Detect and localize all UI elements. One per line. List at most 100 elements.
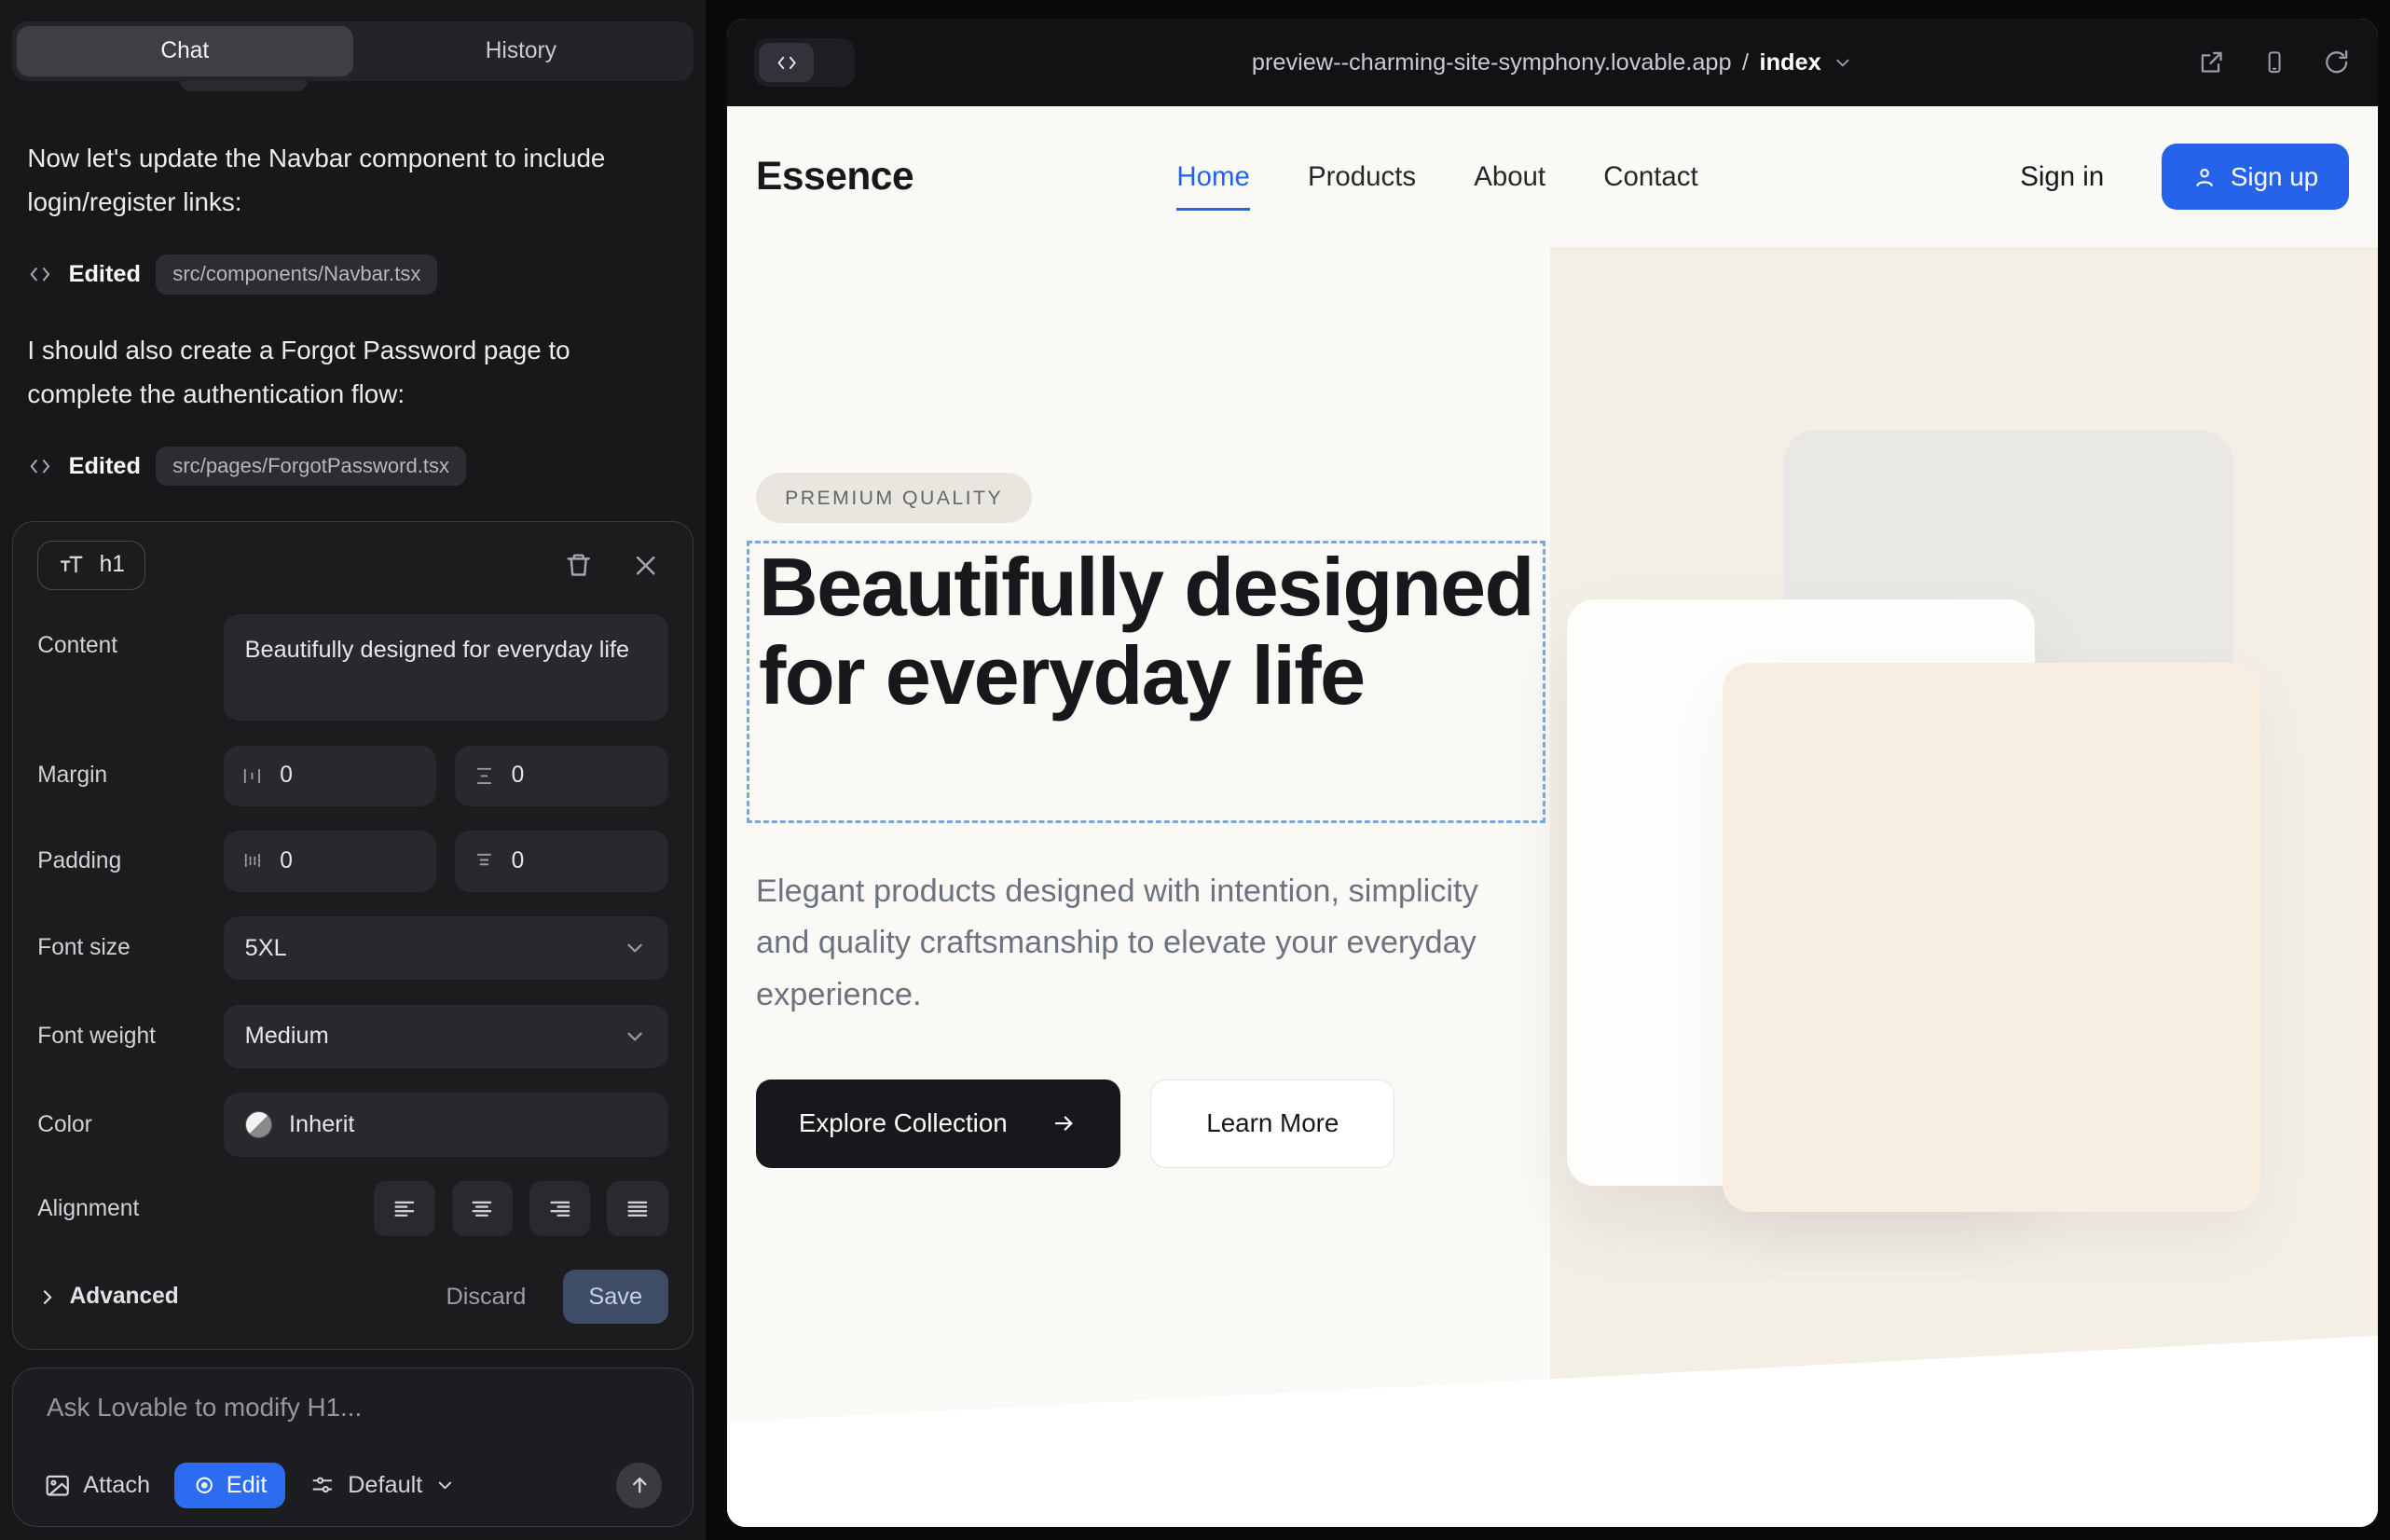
nav-auth: Sign in Sign up xyxy=(2020,144,2349,210)
url-bar[interactable]: preview--charming-site-symphony.lovable.… xyxy=(1252,49,1853,76)
align-justify-button[interactable] xyxy=(607,1181,667,1236)
preview-url: preview--charming-site-symphony.lovable.… xyxy=(1252,49,1732,76)
edit-mode-button[interactable]: Edit xyxy=(174,1463,285,1508)
close-icon[interactable] xyxy=(632,552,659,579)
nav-link-home[interactable]: Home xyxy=(1176,161,1249,193)
selected-element-tag: h1 xyxy=(100,552,125,578)
assistant-message: Now let's update the Navbar component to… xyxy=(27,136,678,225)
color-swatch xyxy=(245,1111,272,1138)
send-button[interactable] xyxy=(616,1463,662,1508)
selected-element-outline[interactable]: Beautifully designed for everyday life xyxy=(747,541,1545,823)
open-external-icon[interactable] xyxy=(2198,48,2225,76)
padding-horizontal-icon xyxy=(241,850,263,872)
browser-chrome-bar: preview--charming-site-symphony.lovable.… xyxy=(727,19,2378,107)
align-right-button[interactable] xyxy=(529,1181,590,1236)
premium-quality-badge: PREMIUM QUALITY xyxy=(756,473,1032,523)
nav-link-products[interactable]: Products xyxy=(1308,161,1416,193)
url-separator: / xyxy=(1742,49,1749,76)
margin-row: Margin 0 0 xyxy=(37,746,668,806)
padding-row: Padding 0 0 xyxy=(37,831,668,891)
mobile-view-icon[interactable] xyxy=(2262,48,2287,76)
padding-horizontal-input[interactable]: 0 xyxy=(224,831,437,891)
edited-file-row: Edited src/components/Navbar.tsx xyxy=(27,254,678,294)
inspector-footer: Advanced Discard Save xyxy=(37,1270,668,1324)
chevron-down-icon xyxy=(623,936,647,960)
color-label: Color xyxy=(37,1112,223,1138)
font-weight-row: Font weight Medium xyxy=(37,1005,668,1069)
typography-icon xyxy=(58,553,85,577)
refresh-icon[interactable] xyxy=(2323,48,2350,76)
hero-paragraph: Elegant products designed with intention… xyxy=(756,866,1488,1022)
align-center-button[interactable] xyxy=(452,1181,513,1236)
hero-cta-group: Explore Collection Learn More xyxy=(756,1079,1394,1168)
sign-up-button[interactable]: Sign up xyxy=(2162,144,2349,210)
sign-in-link[interactable]: Sign in xyxy=(2020,161,2104,193)
padding-vertical-input[interactable]: 0 xyxy=(455,831,668,891)
content-row: Content Beautifully designed for everyda… xyxy=(37,614,668,721)
alignment-label: Alignment xyxy=(37,1196,223,1222)
explore-collection-button[interactable]: Explore Collection xyxy=(756,1079,1120,1168)
chevron-right-icon xyxy=(37,1287,57,1307)
chevron-down-icon xyxy=(623,1024,647,1049)
alignment-row: Alignment xyxy=(37,1181,668,1236)
color-select[interactable]: Inherit xyxy=(224,1093,668,1157)
composer-toolbar: Attach Edit Default xyxy=(34,1463,671,1508)
preview-pane: preview--charming-site-symphony.lovable.… xyxy=(706,0,2390,1540)
chevron-down-icon xyxy=(1832,52,1853,74)
font-weight-select[interactable]: Medium xyxy=(224,1005,668,1069)
sliders-icon xyxy=(309,1472,336,1498)
inspector-actions xyxy=(565,552,668,579)
code-icon xyxy=(27,263,53,286)
assistant-message: I should also create a Forgot Password p… xyxy=(27,328,678,417)
inspector-header: h1 xyxy=(37,541,668,590)
nav-link-contact[interactable]: Contact xyxy=(1603,161,1697,193)
arrow-right-icon xyxy=(1051,1111,1078,1135)
margin-vertical-input[interactable]: 0 xyxy=(455,746,668,806)
target-icon xyxy=(193,1474,216,1497)
font-size-label: Font size xyxy=(37,935,223,961)
attach-button[interactable]: Attach xyxy=(44,1472,150,1499)
learn-more-button[interactable]: Learn More xyxy=(1150,1079,1394,1168)
code-view-toggle[interactable] xyxy=(754,38,855,87)
margin-label: Margin xyxy=(37,763,223,789)
decorative-card-beige xyxy=(1723,663,2260,1212)
edited-label: Edited xyxy=(69,453,141,480)
padding-vertical-icon xyxy=(474,850,495,872)
align-left-button[interactable] xyxy=(374,1181,434,1236)
preview-browser-window: preview--charming-site-symphony.lovable.… xyxy=(727,19,2378,1528)
prompt-input[interactable] xyxy=(34,1393,671,1423)
font-weight-label: Font weight xyxy=(37,1024,223,1050)
delete-element-icon[interactable] xyxy=(565,552,592,579)
chat-messages[interactable]: Now let's update the Navbar component to… xyxy=(12,81,694,521)
content-label: Content xyxy=(37,614,223,659)
code-icon xyxy=(27,455,53,478)
app: Chat History Now let's update the Navbar… xyxy=(0,0,2390,1540)
nav-link-about[interactable]: About xyxy=(1474,161,1545,193)
advanced-toggle[interactable]: Advanced xyxy=(37,1284,179,1310)
save-button[interactable]: Save xyxy=(563,1270,668,1324)
margin-vertical-icon xyxy=(474,765,495,787)
font-size-row: Font size 5XL xyxy=(37,916,668,981)
padding-label: Padding xyxy=(37,848,223,874)
tab-chat[interactable]: Chat xyxy=(17,26,353,76)
nav-links: Home Products About Contact xyxy=(1176,161,1697,193)
discard-button[interactable]: Discard xyxy=(446,1284,526,1311)
chat-sidebar: Chat History Now let's update the Navbar… xyxy=(0,0,706,1540)
code-icon xyxy=(759,43,814,83)
model-selector[interactable]: Default xyxy=(309,1472,456,1499)
selected-element-pill[interactable]: h1 xyxy=(37,541,145,590)
tab-history[interactable]: History xyxy=(353,26,690,76)
font-size-select[interactable]: 5XL xyxy=(224,916,668,981)
file-chip[interactable]: src/components/Navbar.tsx xyxy=(156,254,437,294)
site-preview: Essence Home Products About Contact Sign… xyxy=(727,106,2378,1527)
content-input[interactable]: Beautifully designed for everyday life xyxy=(224,614,668,721)
margin-horizontal-input[interactable]: 0 xyxy=(224,746,437,806)
element-inspector-panel: h1 Content Beautifully designed for ever… xyxy=(12,521,694,1349)
attach-image-icon xyxy=(44,1472,71,1499)
hero-heading[interactable]: Beautifully designed for everyday life xyxy=(759,543,1533,721)
margin-horizontal-icon xyxy=(241,765,263,787)
prompt-composer: Attach Edit Default xyxy=(12,1368,694,1527)
site-logo[interactable]: Essence xyxy=(756,155,913,199)
file-chip[interactable]: src/pages/ForgotPassword.tsx xyxy=(156,447,466,486)
site-navbar: Essence Home Products About Contact Sign… xyxy=(727,106,2378,246)
